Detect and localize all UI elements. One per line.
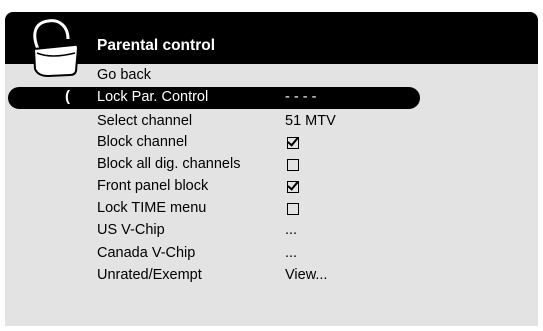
menu-item-label: Block channel	[97, 134, 188, 150]
front-panel-block-checkbox[interactable]	[287, 181, 299, 193]
menu-item-label: Canada V-Chip	[97, 245, 196, 261]
menu-item-label: Lock TIME menu	[97, 200, 207, 216]
menu-item-label: Go back	[97, 67, 151, 83]
menu-item-us-v-chip[interactable]: US V-Chip ...	[97, 222, 397, 242]
pin-code-field[interactable]: - - - -	[285, 89, 316, 105]
block-channel-checkbox[interactable]	[287, 137, 299, 149]
menu-item-label: Block all dig. channels	[97, 156, 241, 172]
menu-title: Parental control	[97, 37, 215, 54]
menu-item-go-back[interactable]: Go back	[97, 67, 397, 87]
menu-item-lock-time-menu[interactable]: Lock TIME menu	[97, 200, 397, 220]
menu-item-block-all-dig-channels[interactable]: Block all dig. channels	[97, 156, 397, 176]
menu-item-lock-par-control[interactable]: Lock Par. Control - - - -	[97, 89, 397, 109]
menu-item-label: Select channel	[97, 113, 193, 129]
padlock-icon	[32, 19, 80, 77]
menu-item-label: US V-Chip	[97, 222, 165, 238]
menu-item-label: Front panel block	[97, 178, 209, 194]
menu-item-label: Lock Par. Control	[97, 89, 209, 105]
menu-item-unrated-exempt[interactable]: Unrated/Exempt View...	[97, 267, 397, 287]
menu-item-label: Unrated/Exempt	[97, 267, 202, 283]
block-all-dig-channels-checkbox[interactable]	[287, 159, 299, 171]
menu-item-canada-v-chip[interactable]: Canada V-Chip ...	[97, 245, 397, 265]
menu-item-select-channel[interactable]: Select channel 51 MTV	[97, 113, 397, 133]
lock-time-menu-checkbox[interactable]	[287, 203, 299, 215]
canada-v-chip-value[interactable]: ...	[285, 245, 297, 261]
unrated-exempt-value[interactable]: View...	[285, 267, 327, 283]
us-v-chip-value[interactable]: ...	[285, 222, 297, 238]
selection-cursor: (	[65, 88, 70, 105]
menu-item-block-channel[interactable]: Block channel	[97, 134, 397, 154]
channel-value[interactable]: 51 MTV	[285, 113, 336, 129]
menu-item-front-panel-block[interactable]: Front panel block	[97, 178, 397, 198]
